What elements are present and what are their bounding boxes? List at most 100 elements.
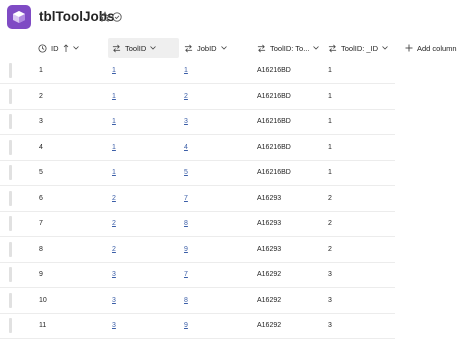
cell-id-text: 11	[39, 322, 47, 329]
lookup-icon	[328, 44, 337, 52]
cell-toolid-id: 3	[328, 288, 332, 313]
cell-toolid-id: 3	[328, 262, 332, 287]
table-row[interactable]: 8 2 9 A16293 2	[0, 237, 395, 263]
cell-jobid-link[interactable]: 7	[184, 271, 188, 278]
cell-toolid-id: 1	[328, 84, 332, 109]
table-row[interactable]: 4 1 4 A16216BD 1	[0, 135, 395, 161]
table-row[interactable]: 7 2 8 A16293 2	[0, 211, 395, 237]
cell-toolid-id: 1	[328, 160, 332, 185]
cell-toolid-link[interactable]: 1	[112, 144, 116, 151]
cell-toolid-link[interactable]: 2	[112, 220, 116, 227]
cell-toolid-tool-text: A16292	[257, 296, 282, 304]
row-select-handle[interactable]	[9, 63, 12, 78]
cell-jobid-link[interactable]: 3	[184, 118, 188, 125]
list-app-icon	[7, 5, 31, 29]
cell-toolid: 3	[112, 262, 116, 287]
cell-jobid-link[interactable]: 4	[184, 144, 188, 151]
cell-toolid-link[interactable]: 1	[112, 169, 116, 176]
column-header-toolid-id-label: ToolID: _ID	[341, 43, 379, 53]
cell-jobid-link[interactable]: 9	[184, 246, 188, 253]
cell-jobid: 8	[184, 211, 188, 236]
cell-toolid: 3	[112, 288, 116, 313]
cell-jobid-link[interactable]: 5	[184, 169, 188, 176]
column-headers: ID ToolID JobID ToolID: To... ToolID: _I…	[0, 38, 474, 58]
cell-toolid-id: 3	[328, 313, 332, 338]
cell-jobid: 9	[184, 237, 188, 262]
cell-toolid-id-text: 2	[328, 194, 332, 202]
cell-id-text: 4	[39, 143, 43, 151]
chevron-down-icon	[313, 46, 320, 50]
row-select-handle[interactable]	[9, 318, 12, 333]
table-row[interactable]: 1 1 1 A16216BD 1	[0, 58, 395, 84]
sync-status-icon[interactable]	[111, 11, 123, 23]
cell-toolid-link[interactable]: 1	[112, 93, 116, 100]
table-row[interactable]: 11 3 9 A16292 3	[0, 313, 395, 339]
row-select-handle[interactable]	[9, 190, 12, 206]
cell-toolid-id-text: 1	[328, 67, 332, 74]
cell-toolid: 2	[112, 237, 116, 262]
cell-toolid-id-text: 1	[328, 118, 332, 125]
cell-toolid-tool: A16293	[257, 237, 281, 262]
chevron-down-icon	[72, 46, 79, 50]
row-select-handle[interactable]	[9, 114, 12, 129]
cell-toolid-tool: A16293	[257, 211, 281, 236]
cell-toolid-id-text: 1	[328, 169, 332, 176]
cell-toolid-id-text: 3	[328, 296, 332, 304]
cell-jobid: 7	[184, 262, 188, 287]
column-header-id-label: ID	[51, 43, 59, 53]
cell-toolid-tool-text: A16293	[257, 194, 282, 202]
cell-jobid-link[interactable]: 2	[184, 93, 188, 100]
row-select-handle[interactable]	[9, 216, 12, 231]
cell-toolid-link[interactable]: 1	[112, 67, 116, 74]
cell-toolid-tool: A16293	[257, 186, 281, 211]
cell-toolid-tool: A16216BD	[257, 84, 291, 109]
row-select-handle[interactable]	[9, 88, 12, 104]
table-row[interactable]: 5 1 5 A16216BD 1	[0, 160, 395, 186]
table-row[interactable]: 3 1 3 A16216BD 1	[0, 109, 395, 135]
row-select-handle[interactable]	[9, 292, 12, 308]
row-select-handle[interactable]	[9, 165, 12, 180]
column-header-toolid[interactable]: ToolID	[108, 38, 179, 58]
cell-toolid: 1	[112, 109, 116, 134]
row-select-handle[interactable]	[9, 267, 12, 282]
cell-toolid-link[interactable]: 2	[112, 246, 116, 253]
table-row[interactable]: 9 3 7 A16292 3	[0, 262, 395, 288]
column-header-id[interactable]: ID	[38, 38, 100, 58]
cell-id: 2	[39, 84, 43, 109]
row-select-handle[interactable]	[9, 139, 12, 155]
cell-id-text: 9	[39, 271, 43, 278]
cell-toolid-link[interactable]: 3	[112, 297, 116, 304]
cell-toolid-id-text: 3	[328, 271, 332, 278]
column-header-jobid[interactable]: JobID	[184, 38, 244, 58]
cell-toolid-link[interactable]: 3	[112, 271, 116, 278]
cell-id: 8	[39, 237, 43, 262]
cell-id: 9	[39, 262, 43, 287]
cell-toolid-id: 2	[328, 186, 332, 211]
cell-toolid-link[interactable]: 3	[112, 322, 116, 329]
cell-toolid: 1	[112, 84, 116, 109]
cell-toolid-link[interactable]: 2	[112, 195, 116, 202]
cell-toolid-link[interactable]: 1	[112, 118, 116, 125]
cell-toolid-tool: A16292	[257, 262, 281, 287]
cell-toolid: 1	[112, 58, 116, 83]
favorite-star-icon[interactable]	[99, 11, 111, 23]
clock-icon	[38, 43, 47, 53]
column-header-toolid-id[interactable]: ToolID: _ID	[328, 38, 396, 58]
cell-jobid-link[interactable]: 1	[184, 67, 188, 74]
lookup-icon	[112, 44, 121, 52]
table-row[interactable]: 10 3 8 A16292 3	[0, 288, 395, 314]
cell-toolid-tool-text: A16216BD	[257, 92, 291, 100]
cell-toolid-tool: A16216BD	[257, 58, 291, 83]
lookup-icon	[184, 44, 193, 52]
add-column-button[interactable]: Add column	[405, 38, 470, 58]
table-row[interactable]: 6 2 7 A16293 2	[0, 186, 395, 212]
cell-jobid-link[interactable]: 7	[184, 195, 188, 202]
table-row[interactable]: 2 1 2 A16216BD 1	[0, 84, 395, 110]
column-header-toolid-tool[interactable]: ToolID: To...	[257, 38, 327, 58]
cell-jobid-link[interactable]: 8	[184, 297, 188, 304]
row-select-handle[interactable]	[9, 241, 12, 257]
cell-toolid-tool-text: A16216BD	[257, 67, 291, 74]
cell-jobid: 1	[184, 58, 188, 83]
cell-jobid-link[interactable]: 8	[184, 220, 188, 227]
cell-jobid-link[interactable]: 9	[184, 322, 188, 329]
